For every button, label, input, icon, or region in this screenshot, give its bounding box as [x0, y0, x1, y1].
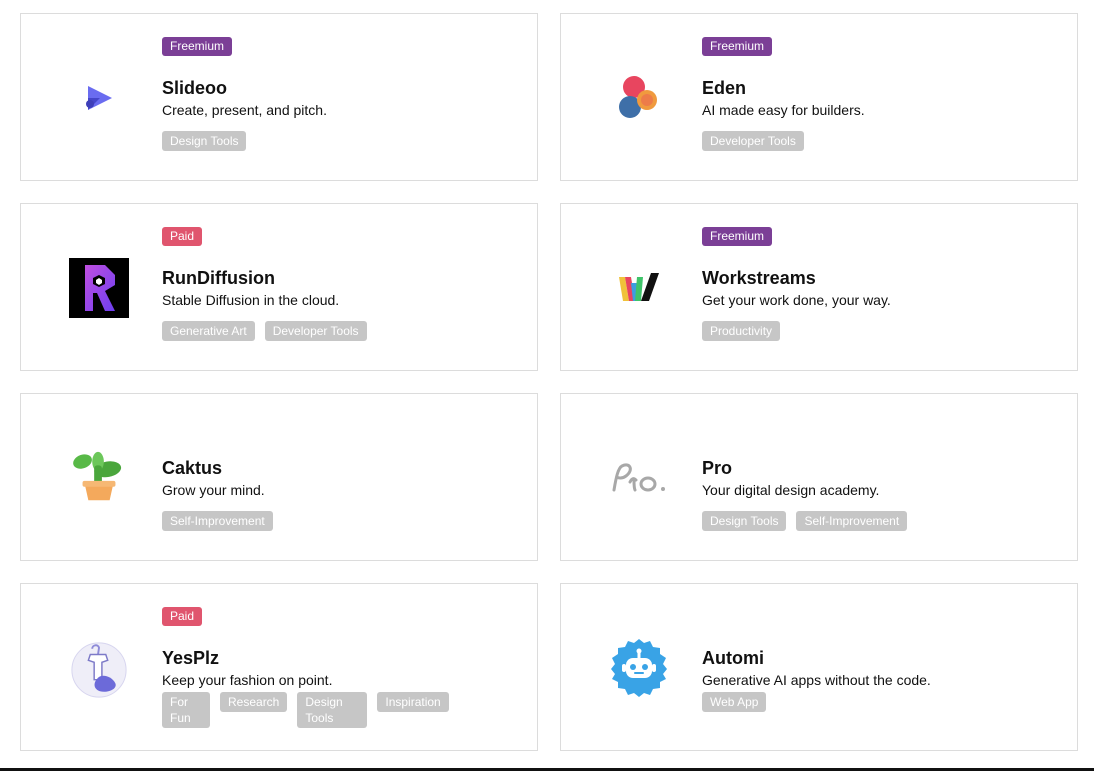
category-tag[interactable]: Design Tools: [297, 692, 368, 728]
category-tag[interactable]: Research: [220, 692, 288, 712]
cactus-pot-logo: [69, 448, 129, 508]
workstreams-w-logo: [609, 258, 669, 318]
tool-name[interactable]: Automi: [702, 648, 764, 669]
tool-card[interactable]: Paid YesPlz Keep your fashion on point. …: [20, 583, 538, 751]
category-tag[interactable]: Productivity: [702, 321, 781, 341]
tool-description: Generative AI apps without the code.: [702, 672, 931, 688]
category-tag[interactable]: Developer Tools: [264, 321, 367, 341]
tool-card[interactable]: Freemium Workstreams Get your work done,…: [560, 203, 1078, 371]
yesplz-fashion-logo: [69, 640, 129, 700]
tool-card[interactable]: Automi Generative AI apps without the co…: [560, 583, 1078, 751]
eden-circles-logo: [609, 68, 669, 128]
category-tag[interactable]: Web App: [702, 692, 767, 712]
category-tag[interactable]: Design Tools: [702, 511, 787, 531]
tag-list: Design Tools: [162, 131, 247, 151]
rundiffusion-logo: [69, 258, 129, 318]
tool-description: Create, present, and pitch.: [162, 102, 327, 118]
tag-list: Productivity: [702, 321, 781, 341]
pricing-badge: Paid: [162, 607, 203, 626]
pricing-badge: Freemium: [702, 37, 773, 56]
tool-card[interactable]: Freemium Slideoo Create, present, and pi…: [20, 13, 538, 181]
pricing-badge: Freemium: [702, 227, 773, 246]
tag-list: Developer Tools: [702, 131, 804, 151]
tool-description: AI made easy for builders.: [702, 102, 865, 118]
tool-description: Stable Diffusion in the cloud.: [162, 292, 340, 308]
pricing-badge: Freemium: [162, 37, 233, 56]
tool-name[interactable]: RunDiffusion: [162, 268, 275, 289]
category-tag[interactable]: Self-Improvement: [796, 511, 908, 531]
tag-list: Design Tools Self-Improvement: [702, 511, 908, 531]
tool-name[interactable]: Workstreams: [702, 268, 816, 289]
tool-card[interactable]: Pro Your digital design academy. Design …: [560, 393, 1078, 561]
category-tag[interactable]: Inspiration: [377, 692, 449, 712]
tool-name[interactable]: Eden: [702, 78, 746, 99]
tool-card[interactable]: Freemium Eden AI made easy for builders.…: [560, 13, 1078, 181]
tool-description: Your digital design academy.: [702, 482, 880, 498]
category-tag[interactable]: Developer Tools: [702, 131, 804, 151]
category-tag[interactable]: Generative Art: [162, 321, 255, 341]
tool-description: Grow your mind.: [162, 482, 265, 498]
tool-name[interactable]: Pro: [702, 458, 732, 479]
automi-robot-logo: [609, 638, 669, 698]
tool-description: Keep your fashion on point.: [162, 672, 333, 688]
pricing-badge: Paid: [162, 227, 203, 246]
category-tag[interactable]: Design Tools: [162, 131, 247, 151]
tool-card[interactable]: Caktus Grow your mind. Self-Improvement: [20, 393, 538, 561]
pro-script-logo: [605, 448, 675, 508]
category-tag[interactable]: Self-Improvement: [162, 511, 273, 531]
tool-name[interactable]: Slideoo: [162, 78, 227, 99]
category-tag[interactable]: For Fun: [162, 692, 210, 728]
tag-list: Self-Improvement: [162, 511, 273, 531]
tag-list: For Fun Research Design Tools Inspiratio…: [162, 692, 449, 728]
tag-list: Web App: [702, 692, 767, 712]
slideoo-play-logo: [69, 68, 129, 128]
tool-description: Get your work done, your way.: [702, 292, 891, 308]
tool-card[interactable]: Paid RunDiffusion Stable Diffusion in th…: [20, 203, 538, 371]
tool-name[interactable]: Caktus: [162, 458, 222, 479]
tag-list: Generative Art Developer Tools: [162, 321, 367, 341]
tool-name[interactable]: YesPlz: [162, 648, 219, 669]
